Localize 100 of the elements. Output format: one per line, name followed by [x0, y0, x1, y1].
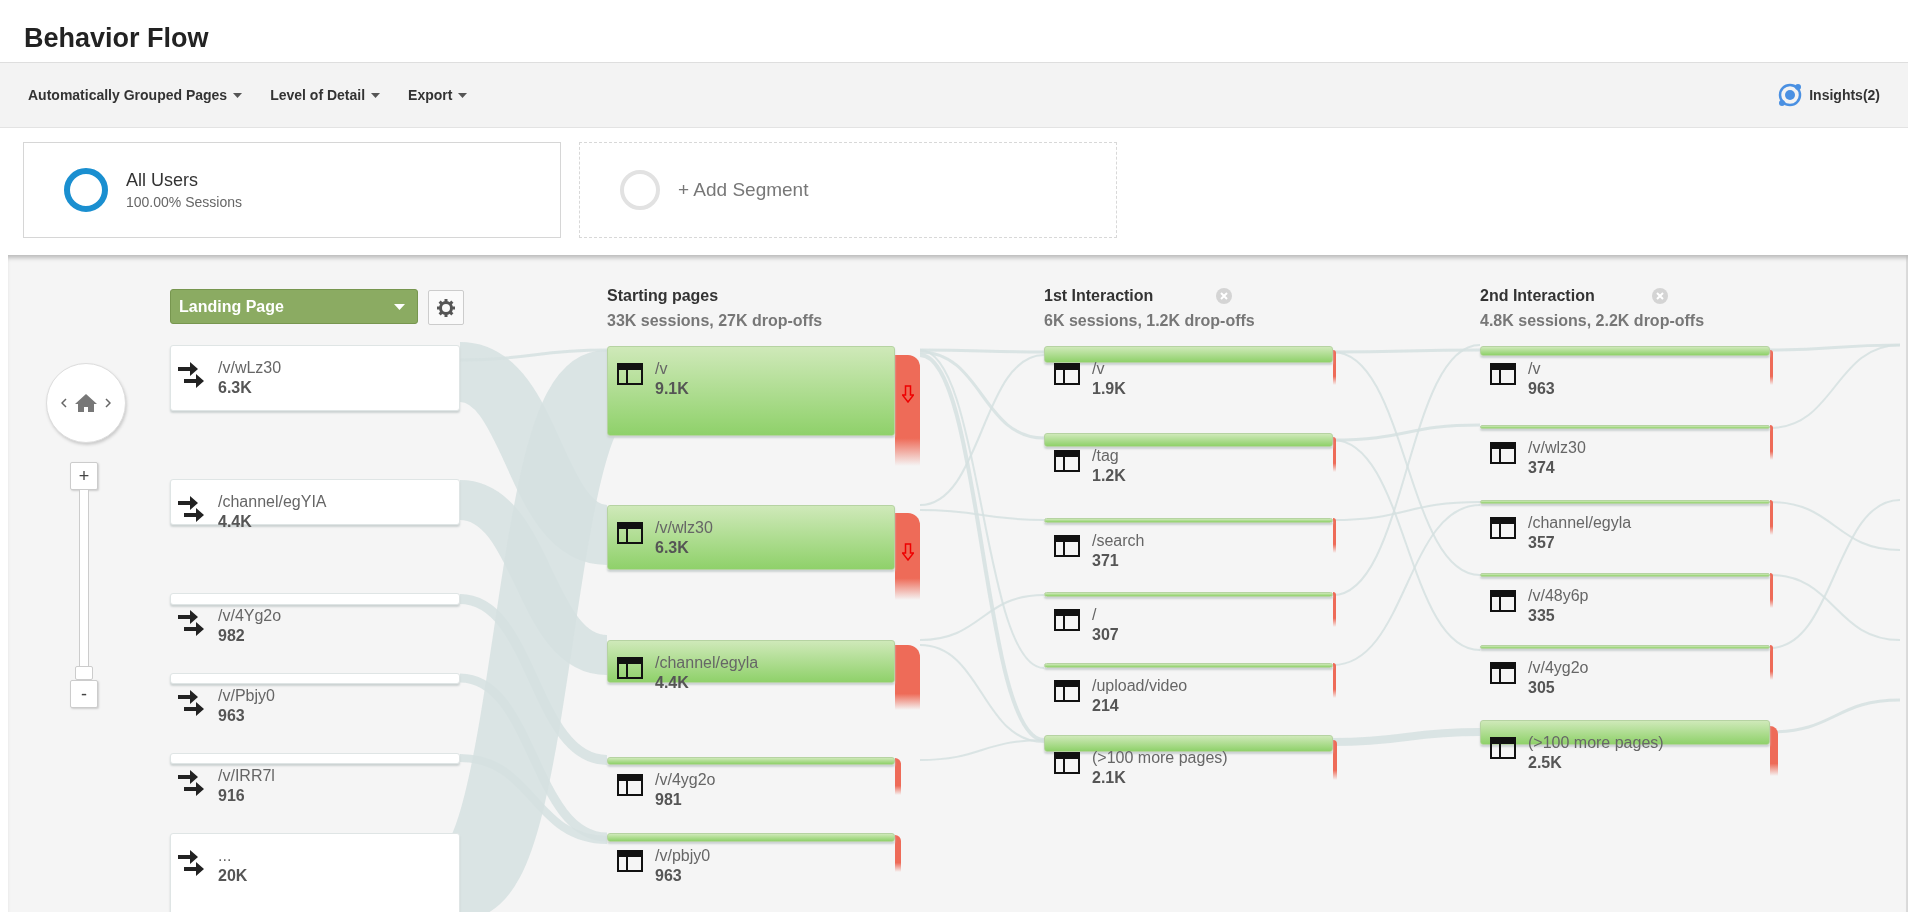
settings-icon	[437, 298, 455, 317]
dropoff-bar[interactable]	[1333, 663, 1336, 698]
landing-node[interactable]	[170, 673, 460, 684]
page-icon	[1054, 363, 1080, 385]
insights-icon	[1777, 82, 1804, 108]
node-value: 357	[1528, 534, 1555, 552]
page-icon	[1490, 737, 1516, 759]
ring-icon	[64, 168, 108, 212]
dropoff-bar[interactable]	[1333, 740, 1337, 780]
node-value: 371	[1092, 552, 1119, 570]
dropoff-bar[interactable]	[1333, 350, 1336, 385]
node-value: 305	[1528, 679, 1555, 697]
page-node[interactable]	[607, 505, 895, 570]
node-value: 6.3K	[655, 539, 689, 557]
dropoff-bar[interactable]	[1333, 592, 1336, 627]
node-value: 20K	[218, 867, 248, 885]
caret-icon	[233, 92, 243, 98]
node-label: /upload/video	[1092, 677, 1188, 695]
caret-icon	[458, 92, 468, 98]
dropoff-bar[interactable]	[1770, 350, 1773, 385]
page-icon	[1054, 680, 1080, 702]
dropoff-bar[interactable]	[895, 355, 920, 466]
landing-node[interactable]	[170, 479, 460, 525]
column-title: Starting pages	[607, 287, 719, 305]
node-label: /tag	[1092, 447, 1119, 465]
page-icon	[1490, 590, 1516, 612]
column-summary: 33K sessions, 27K drop-offs	[607, 312, 823, 330]
landing-node[interactable]	[170, 833, 460, 912]
node-value: 1.2K	[1092, 467, 1126, 485]
segment-card[interactable]: All Users 100.00% Sessions	[23, 142, 561, 238]
zoom-slider-thumb[interactable]	[75, 666, 93, 680]
page-icon	[1054, 535, 1080, 557]
node-value: 307	[1092, 626, 1119, 644]
page-icon	[1490, 363, 1516, 385]
page-icon	[617, 774, 643, 796]
close-icon[interactable]	[1652, 288, 1668, 304]
page-node[interactable]	[607, 757, 895, 765]
page-node[interactable]	[1480, 346, 1770, 356]
page-icon	[1490, 662, 1516, 684]
menu-dropdown[interactable]: Automatically Grouped Pages	[28, 83, 243, 107]
node-value: 9.1K	[655, 380, 689, 398]
node-label: /v/pbjy0	[655, 847, 711, 865]
segment-name: + Add Segment	[678, 179, 809, 201]
node-label: /channel/egyla	[1528, 514, 1632, 532]
menu-dropdown[interactable]: Level of Detail	[270, 83, 381, 107]
dropoff-bar[interactable]	[1333, 518, 1336, 553]
page-node[interactable]	[607, 346, 895, 436]
landing-node[interactable]	[170, 753, 460, 764]
page-icon	[1054, 450, 1080, 472]
caret-icon	[371, 92, 381, 98]
segment-detail: 100.00% Sessions	[126, 194, 242, 210]
page-node[interactable]	[1480, 500, 1770, 504]
empty-ring-icon	[620, 170, 660, 210]
page-node[interactable]	[1044, 518, 1333, 523]
page-node[interactable]	[1044, 663, 1333, 668]
landing-node[interactable]	[170, 593, 460, 605]
node-value: 2.1K	[1092, 769, 1126, 787]
close-icon[interactable]	[1216, 288, 1232, 304]
page-icon	[617, 522, 643, 544]
page-node[interactable]	[1044, 346, 1333, 363]
page-icon	[617, 850, 643, 872]
dropoff-bar[interactable]	[895, 645, 920, 710]
dropoff-bar[interactable]	[895, 513, 920, 600]
insights-button[interactable]: Insights(2)	[1777, 82, 1880, 108]
page-icon	[1490, 442, 1516, 464]
dropoff-bar[interactable]	[895, 835, 901, 872]
node-value: 4.4K	[218, 513, 252, 531]
menu-dropdown[interactable]: Export	[408, 83, 468, 107]
node-value: 374	[1528, 459, 1555, 477]
zoom-out-button[interactable]: -	[70, 680, 98, 708]
page-title: Behavior Flow	[24, 23, 209, 54]
node-label: /v/48y6p	[1528, 587, 1589, 605]
zoom-in-button[interactable]: +	[70, 462, 98, 490]
node-value: 214	[1092, 697, 1119, 715]
page-node[interactable]	[1044, 735, 1333, 752]
node-label: /	[1092, 606, 1097, 624]
dropoff-bar[interactable]	[1770, 500, 1773, 535]
node-label: /v	[1092, 360, 1105, 378]
page-icon	[1054, 752, 1080, 774]
page-node[interactable]	[1480, 425, 1770, 429]
node-value: 963	[1528, 380, 1555, 398]
landing-node[interactable]	[170, 345, 460, 411]
dropoff-bar[interactable]	[1770, 573, 1773, 608]
node-label: /channel/egYIA	[218, 493, 327, 511]
node-label: /v/IRR7l	[218, 767, 275, 785]
page-node[interactable]	[1480, 573, 1770, 577]
dropoff-bar[interactable]	[1770, 726, 1778, 776]
pan-home-icon	[61, 392, 111, 414]
settings-button[interactable]	[428, 290, 464, 325]
dropoff-bar[interactable]	[1333, 437, 1336, 472]
page-node[interactable]	[1044, 592, 1333, 597]
page-node[interactable]	[1480, 645, 1770, 649]
dropoff-bar[interactable]	[1770, 645, 1773, 680]
dropoff-bar[interactable]	[1770, 425, 1773, 460]
page-node[interactable]	[1044, 433, 1333, 447]
dropoff-bar[interactable]	[895, 758, 901, 795]
add-segment-card[interactable]: + Add Segment	[579, 142, 1117, 238]
page-node[interactable]	[607, 833, 895, 842]
node-label: /v/wlz30	[1528, 439, 1586, 457]
node-label: /channel/egyla	[655, 654, 759, 672]
